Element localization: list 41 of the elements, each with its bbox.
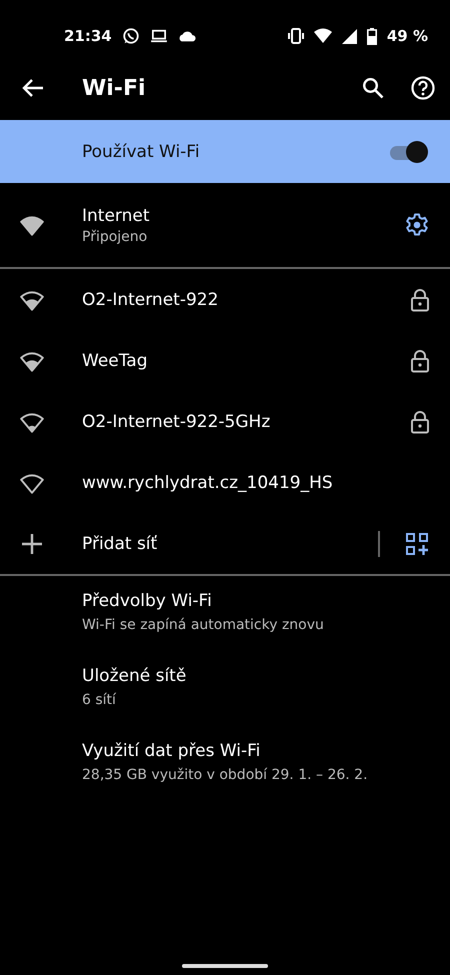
page-title: Wi-Fi (82, 76, 147, 100)
setting-title[interactable]: Uložené sítě (82, 666, 430, 686)
network-name[interactable]: O2-Internet-922-5GHz (82, 412, 410, 432)
network-name[interactable]: Internet (82, 206, 380, 226)
home-handle[interactable] (182, 964, 268, 968)
wifi-icon (19, 288, 45, 310)
wifi-icon (19, 350, 45, 372)
settings-button[interactable] (404, 212, 430, 238)
search-icon (362, 77, 384, 99)
add-network-link[interactable]: Přidat síť (82, 534, 378, 554)
qr-code-icon (406, 532, 428, 554)
laptop-icon (150, 29, 168, 43)
setting-title[interactable]: Předvolby Wi-Fi (82, 591, 430, 611)
setting-title[interactable]: Využití dat přes Wi-Fi (82, 741, 430, 761)
wifi-icon (19, 214, 45, 236)
clock: 21:34 (64, 27, 112, 45)
setting-summary: 28,35 GB využito v období 29. 1. – 26. 2. (82, 767, 369, 783)
setting-summary: Wi-Fi se zapíná automaticky znovu (82, 617, 325, 633)
switch-label: Používat Wi-Fi (82, 142, 201, 162)
cell-signal-icon (342, 28, 357, 44)
battery-level: 49 % (386, 27, 428, 45)
settings-icon (405, 213, 429, 237)
network-name[interactable]: www.rychlydrat.cz_10419_HS (82, 472, 430, 492)
network-name[interactable]: O2-Internet-922 (82, 290, 410, 310)
help-button[interactable] (410, 75, 436, 101)
vibrate-icon (288, 28, 304, 44)
setting-summary: 6 sítí (82, 692, 117, 708)
wifi-icon (19, 472, 45, 494)
cloud-icon (178, 30, 196, 42)
wifi-signal-icon (314, 28, 332, 44)
search-button[interactable] (360, 75, 386, 101)
plus-icon (21, 532, 43, 554)
chat-icon (122, 27, 140, 45)
wifi-icon (19, 410, 45, 432)
help-icon (411, 76, 435, 100)
battery-icon (366, 28, 377, 44)
connection-status: Připojeno (82, 228, 148, 244)
qr-scan-button[interactable] (404, 530, 430, 556)
network-name[interactable]: WeeTag (82, 350, 410, 370)
back-arrow-icon (22, 78, 44, 98)
toggle-switch[interactable] (388, 140, 428, 162)
